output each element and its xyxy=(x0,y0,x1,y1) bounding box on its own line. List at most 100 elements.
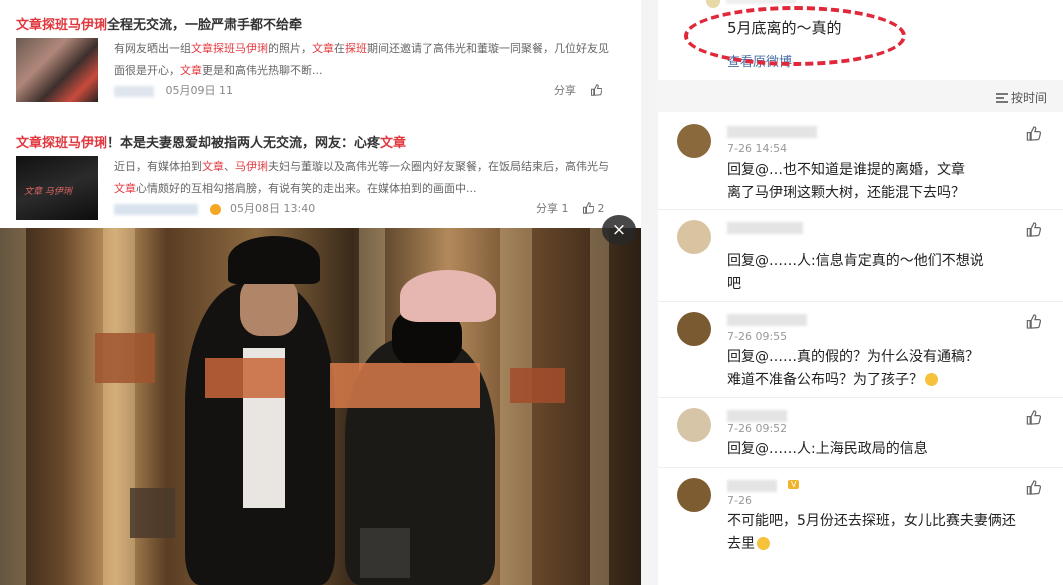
author-name-blurred xyxy=(114,85,154,97)
article-thumbnail[interactable] xyxy=(16,38,98,102)
article-thumbnail[interactable]: 文章 马伊琍 xyxy=(16,156,98,220)
comment-text: 回复@…也不知道是谁提的离婚，文章 离了马伊琍这颗大树，还能混下去吗？ xyxy=(727,159,1047,205)
text-segment: 的照片， xyxy=(268,42,312,55)
comment-line: 回复@…也不知道是谁提的离婚，文章 xyxy=(727,162,965,178)
text-segment: 面很是开心， xyxy=(114,64,180,77)
article-actions: 分享 1 2 xyxy=(536,200,605,216)
weibo-post: 5月底离的～真的 查看原微博 xyxy=(658,0,1063,80)
avatar xyxy=(706,0,720,8)
like-icon[interactable] xyxy=(1025,126,1041,141)
post-meta-blurred xyxy=(726,0,796,4)
sort-by-time-button[interactable]: 按时间 xyxy=(995,89,1047,106)
commenter-name-blurred[interactable] xyxy=(727,314,807,326)
sort-bar: 按时间 xyxy=(658,80,1063,112)
commenter-name-blurred[interactable] xyxy=(727,222,803,234)
text-segment: 全程无交流，一脸严肃手都不给牵 xyxy=(107,18,303,33)
article-meta: 05月09日 11 xyxy=(114,82,233,98)
keyword-highlight: 文章 xyxy=(180,64,202,77)
article-date: 05月08日 13:40 xyxy=(230,202,316,215)
mosaic-block xyxy=(510,368,565,403)
article-actions: 分享 xyxy=(554,82,602,98)
laughing-emoji-icon xyxy=(925,373,938,386)
light-stripe xyxy=(0,228,26,585)
like-icon[interactable] xyxy=(582,202,594,214)
share-button[interactable]: 分享 1 xyxy=(536,202,569,215)
text-segment: 、 xyxy=(224,160,235,173)
avatar[interactable] xyxy=(677,478,711,512)
close-icon[interactable]: × xyxy=(602,215,636,245)
keyword-highlight: 文章探班马伊琍 xyxy=(191,42,268,55)
article-excerpt: 近日，有媒体拍到文章 、马伊琍夫妇与董璇以及高伟光等一众圈内好友聚餐，在饭局结束后… xyxy=(114,156,622,200)
article-meta: 05月08日 13:40 xyxy=(114,200,315,216)
article-date: 05月09日 11 xyxy=(165,84,234,97)
comment-line: 回复@……人:上海民政局的信息 xyxy=(727,441,928,457)
comment-line: 回复@……人:信息肯定真的～他们不想说 xyxy=(727,253,984,269)
keyword-highlight: 马伊琍 xyxy=(235,160,268,173)
comment-time: 7-26 09:52 xyxy=(727,422,788,435)
keyword-highlight: 文章探班马伊琍 xyxy=(16,18,108,33)
comment-line: 吧 xyxy=(727,276,741,292)
mosaic-block xyxy=(205,358,285,398)
like-icon[interactable] xyxy=(1025,314,1041,329)
comment-line: 去里 xyxy=(727,533,1047,556)
text-segment: 期间还邀请了高伟光和董璇一同聚餐，几位好友见 xyxy=(367,42,609,55)
comment-line-text: 难道不准备公布吗？为了孩子？ xyxy=(727,372,923,388)
comment-item: 7-26 14:54 回复@…也不知道是谁提的离婚，文章 离了马伊琍这颗大树，还… xyxy=(658,112,1063,210)
mosaic-block xyxy=(95,333,155,383)
light-stripe xyxy=(500,228,532,585)
commenter-name-blurred[interactable] xyxy=(727,126,817,138)
like-icon[interactable] xyxy=(590,84,602,96)
face-blurred xyxy=(240,276,298,336)
commenter-name-blurred[interactable] xyxy=(727,480,777,492)
excerpt-line: 面很是开心，文章更是和高伟光热聊不断... xyxy=(114,60,622,82)
text-segment: ！本是夫妻恩爱却被指两人无交流，网友：心疼 xyxy=(107,136,381,151)
comment-item: 回复@……人:信息肯定真的～他们不想说 吧 xyxy=(658,210,1063,302)
article-excerpt: 有网友晒出一组文章探班马伊琍的照片，文章在探班期间还邀请了高伟光和董璇一同聚餐，… xyxy=(114,38,622,82)
commenter-name-blurred[interactable] xyxy=(727,410,787,422)
comment-text: 回复@……人:信息肯定真的～他们不想说 吧 xyxy=(727,250,1047,296)
text-segment: 有网友晒出一组 xyxy=(114,42,191,55)
excerpt-line: 有网友晒出一组文章探班马伊琍的照片，文章在探班期间还邀请了高伟光和董璇一同聚餐，… xyxy=(114,38,622,60)
author-name-blurred xyxy=(114,203,198,215)
excerpt-line: 近日，有媒体拍到文章、马伊琍夫妇与董璇以及高伟光等一众圈内好友聚餐，在饭局结束后… xyxy=(114,156,622,178)
news-article-2[interactable]: 文章探班马伊琍！本是夫妻恩爱却被指两人无交流，网友：心疼文章 文章 马伊琍 近日… xyxy=(0,118,641,228)
avatar[interactable] xyxy=(677,408,711,442)
like-icon[interactable] xyxy=(1025,410,1041,425)
avatar[interactable] xyxy=(677,220,711,254)
text-segment: 夫妇与董璇以及高伟光等一众圈内好友聚餐，在饭局结束后，高伟光与 xyxy=(268,160,609,173)
panel-divider xyxy=(641,0,658,585)
news-article-1[interactable]: 文章探班马伊琍全程无交流，一脸严肃手都不给牵 有网友晒出一组文章探班马伊琍的照片… xyxy=(0,0,641,110)
keyword-highlight: 文章探班马伊琍 xyxy=(16,136,108,151)
share-button[interactable]: 分享 xyxy=(554,84,576,97)
thumbnail-caption: 文章 马伊琍 xyxy=(24,187,72,197)
like-icon[interactable] xyxy=(1025,222,1041,237)
comment-item: V 7-26 不可能吧，5月份还去探班，女儿比赛夫妻俩还 去里 xyxy=(658,468,1063,585)
text-segment: 在 xyxy=(334,42,345,55)
black-cap xyxy=(228,236,320,284)
avatar[interactable] xyxy=(677,312,711,346)
comment-item: 7-26 09:52 回复@……人:上海民政局的信息 xyxy=(658,398,1063,468)
keyword-highlight: 文章 xyxy=(114,182,136,195)
comment-text: 不可能吧，5月份还去探班，女儿比赛夫妻俩还 去里 xyxy=(727,510,1047,556)
light-stripe xyxy=(590,228,609,585)
red-dashed-annotation xyxy=(684,6,906,66)
badge-icon: V xyxy=(788,480,800,489)
like-icon[interactable] xyxy=(1025,480,1041,495)
comment-line-text: 去里 xyxy=(727,536,755,552)
comment-item: 7-26 09:55 回复@……真的假的？为什么没有通稿？ 难道不准备公布吗？为… xyxy=(658,302,1063,398)
article-title[interactable]: 文章探班马伊琍全程无交流，一脸严肃手都不给牵 xyxy=(16,14,302,33)
keyword-highlight: 文章 xyxy=(312,42,334,55)
article-title[interactable]: 文章探班马伊琍！本是夫妻恩爱却被指两人无交流，网友：心疼文章 xyxy=(16,132,406,151)
mosaic-block xyxy=(330,363,480,408)
excerpt-line: 文章心情颇好的互相勾搭肩膀，有说有笑的走出来。在媒体拍到的画面中... xyxy=(114,178,622,200)
comment-line: 难道不准备公布吗？为了孩子？ xyxy=(727,369,1047,392)
comment-time: 7-26 09:55 xyxy=(727,330,788,343)
text-segment: 近日，有媒体拍到 xyxy=(114,160,202,173)
comment-line: 回复@……真的假的？为什么没有通稿？ xyxy=(727,349,979,365)
like-count: 2 xyxy=(597,202,605,215)
weibo-comments-panel: 5月底离的～真的 查看原微博 按时间 7-26 14:54 回复@…也不知道是谁… xyxy=(658,0,1063,585)
comment-text: 回复@……人:上海民政局的信息 xyxy=(727,438,1047,461)
paparazzi-photo xyxy=(0,228,641,585)
text-segment: 更是和高伟光热聊不断... xyxy=(202,64,323,77)
avatar[interactable] xyxy=(677,124,711,158)
